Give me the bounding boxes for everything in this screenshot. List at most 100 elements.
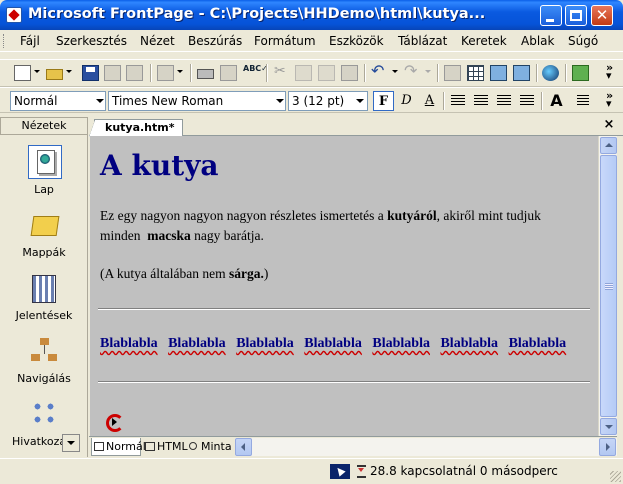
maximize-button[interactable] (565, 5, 587, 26)
menu-format[interactable]: Formátum (254, 34, 316, 48)
menu-insert[interactable]: Beszúrás (188, 34, 242, 48)
insert-layer-icon[interactable] (490, 65, 507, 81)
menu-table[interactable]: Táblázat (398, 34, 447, 48)
insert-table-icon[interactable] (467, 65, 484, 81)
undo-icon[interactable]: ↶ (371, 61, 388, 80)
insert-component-icon[interactable] (444, 65, 461, 81)
menu-window[interactable]: Ablak (521, 34, 554, 48)
paste-icon[interactable] (318, 65, 335, 81)
vertical-scrollbar[interactable] (598, 136, 617, 436)
align-center-icon[interactable] (474, 95, 488, 107)
publish-icon[interactable] (104, 65, 121, 81)
document-editor[interactable]: A kutya Ez egy nagyon nagyon nagyon rész… (90, 136, 598, 436)
view-navigation[interactable]: Navigálás (0, 328, 88, 390)
toolbar-separator (266, 64, 268, 82)
view-page[interactable]: Lap (0, 139, 88, 201)
scroll-thumb[interactable] (600, 155, 617, 417)
paragraph-1[interactable]: Ez egy nagyon nagyon nagyon részletes is… (100, 206, 541, 246)
scroll-right-button[interactable] (599, 438, 616, 456)
font-size-dropdown-icon[interactable] (352, 92, 367, 110)
link-blablabla-1[interactable]: Blablabla (100, 336, 158, 352)
close-document-icon[interactable]: × (602, 118, 616, 132)
link-blablabla-6[interactable]: Blablabla (440, 336, 498, 352)
horizontal-scrollbar[interactable] (235, 438, 617, 456)
menu-frames[interactable]: Keretek (461, 34, 507, 48)
view-label: Lap (34, 183, 54, 196)
view-folders[interactable]: Mappák (0, 202, 88, 264)
page-heading[interactable]: A kutya (100, 149, 219, 182)
paragraph-2[interactable]: (A kutya általában nem sárga.) (100, 264, 268, 284)
menu-grip-icon[interactable] (3, 34, 6, 48)
bold-button[interactable]: F (373, 91, 394, 111)
italic-button[interactable]: D (396, 91, 417, 111)
views-scroll-down-button[interactable] (62, 434, 80, 452)
redo-icon[interactable]: ↷ (404, 61, 421, 80)
tab-normal[interactable]: Normál (91, 438, 146, 456)
link-blablabla-7[interactable]: Blablabla (509, 336, 567, 352)
spelling-icon[interactable]: ABC✓ (243, 64, 268, 80)
normal-view-icon (94, 442, 104, 451)
view-label: Navigálás (17, 372, 71, 385)
save-icon[interactable] (82, 65, 99, 81)
toolbar-options-chevron-icon[interactable]: » ▾ (606, 90, 613, 109)
increase-font-button[interactable]: A (546, 91, 567, 111)
bold-text: sárga. (228, 266, 264, 281)
download-time-status[interactable]: 28.8 kapcsolatnál 0 másodperc (370, 464, 558, 478)
insert-picture-icon[interactable] (513, 65, 530, 81)
view-reports[interactable]: Jelentések (0, 265, 88, 327)
bullets-icon[interactable] (577, 95, 589, 107)
redo-dropdown-icon[interactable] (425, 70, 431, 73)
title-bar[interactable]: Microsoft FrontPage - C:\Projects\HHDemo… (0, 0, 623, 30)
scroll-up-button[interactable] (600, 137, 617, 154)
style-dropdown-icon[interactable] (92, 92, 107, 110)
frontpage-app-icon[interactable] (6, 7, 22, 23)
link-blablabla-5[interactable]: Blablabla (372, 336, 430, 352)
document-tab[interactable]: kutya.htm* (88, 119, 184, 137)
new-dropdown-icon[interactable] (34, 70, 40, 73)
menu-file[interactable]: Fájl (20, 34, 40, 48)
refresh-icon[interactable] (572, 65, 589, 81)
close-window-button[interactable]: ✕ (591, 5, 613, 26)
align-left-icon[interactable] (451, 95, 465, 107)
justify-icon[interactable] (520, 95, 534, 107)
minimize-icon (546, 19, 554, 22)
font-select[interactable]: Times New Roman (108, 91, 286, 111)
print-icon[interactable] (197, 69, 214, 79)
folder-list-icon[interactable] (157, 65, 174, 81)
cut-icon[interactable]: ✂ (274, 63, 291, 79)
open-folder-icon[interactable] (46, 69, 63, 80)
toolbar-options-chevron-icon[interactable]: » ▾ (606, 62, 613, 81)
underline-button[interactable]: A (419, 91, 440, 111)
undo-dropdown-icon[interactable] (392, 70, 398, 73)
tab-html[interactable]: HTML (143, 438, 188, 456)
toolbar-separator (565, 64, 567, 82)
scroll-left-button[interactable] (235, 438, 252, 456)
link-blablabla-4[interactable]: Blablabla (304, 336, 362, 352)
scroll-down-button[interactable] (600, 418, 617, 435)
link-blablabla-3[interactable]: Blablabla (236, 336, 294, 352)
tab-label: Normál (106, 440, 146, 453)
open-dropdown-icon[interactable] (66, 70, 72, 73)
views-dropdown-icon[interactable] (177, 70, 183, 73)
dynamic-effect-icon[interactable] (104, 412, 124, 432)
horizontal-rule[interactable] (98, 308, 590, 310)
new-page-icon[interactable] (14, 65, 31, 81)
horizontal-rule[interactable] (98, 381, 590, 383)
minimize-button[interactable] (540, 5, 562, 26)
menu-edit[interactable]: Szerkesztés (56, 34, 127, 48)
menu-help[interactable]: Súgó (568, 34, 598, 48)
resize-grip-icon[interactable] (610, 471, 621, 482)
format-painter-icon[interactable] (341, 65, 358, 81)
text-run: Ez egy nagyon nagyon nagyon részletes is… (100, 208, 388, 223)
insert-hyperlink-icon[interactable] (542, 65, 559, 81)
copy-icon[interactable] (295, 65, 312, 81)
toolbar-separator (536, 64, 538, 82)
menu-view[interactable]: Nézet (140, 34, 175, 48)
align-right-icon[interactable] (497, 95, 511, 107)
tab-preview[interactable]: Minta (187, 438, 233, 456)
link-blablabla-2[interactable]: Blablabla (168, 336, 226, 352)
search-icon[interactable] (126, 65, 143, 81)
font-dropdown-icon[interactable] (272, 92, 287, 110)
menu-tools[interactable]: Eszközök (329, 34, 384, 48)
print-preview-icon[interactable] (220, 65, 237, 81)
